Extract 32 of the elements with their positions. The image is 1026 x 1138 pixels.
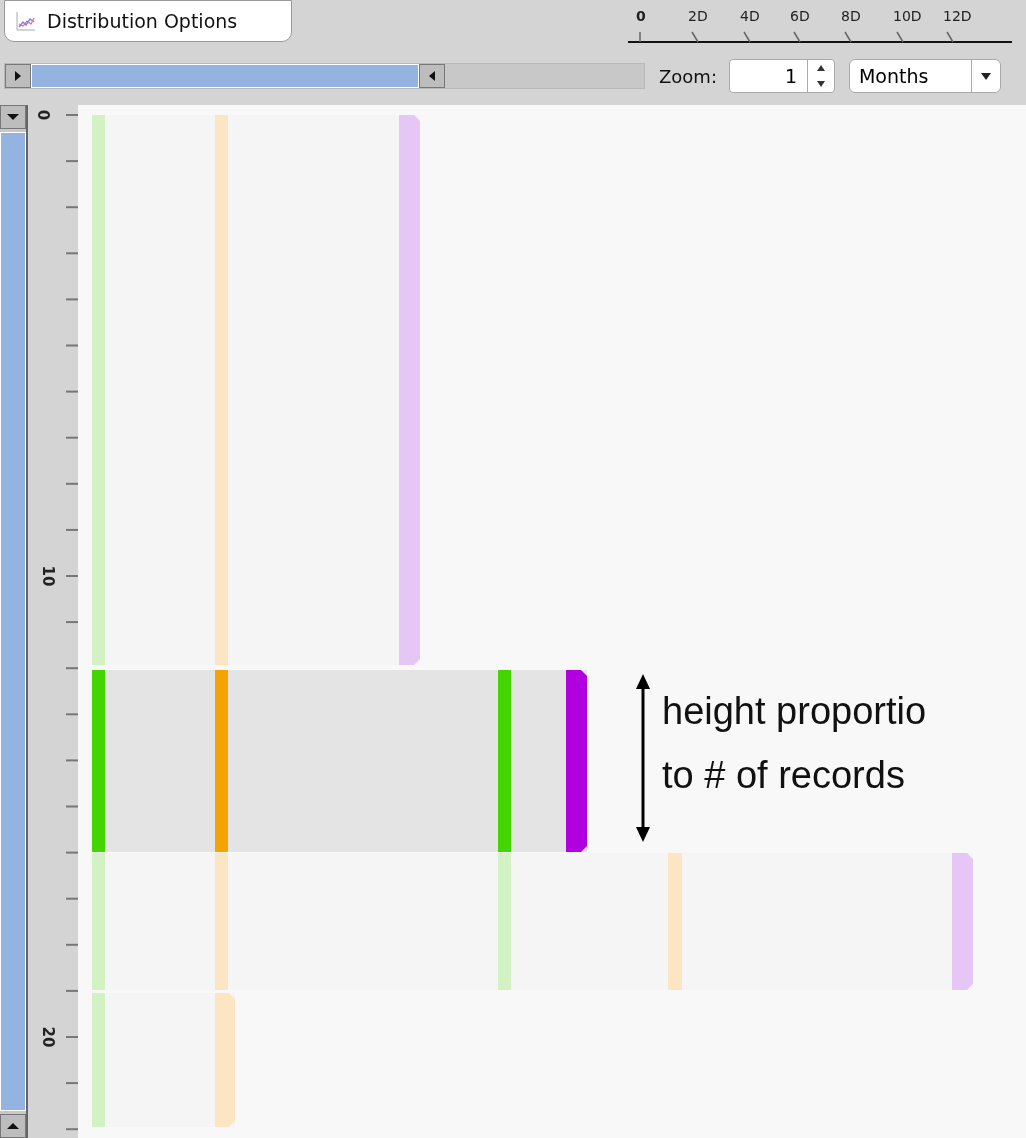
scroll-up-button[interactable] xyxy=(0,1114,26,1138)
double-arrow-icon xyxy=(633,673,653,843)
time-tick-label: 4D xyxy=(740,8,760,24)
unit-dropdown[interactable]: Months xyxy=(848,59,1001,93)
time-tick-label: 6D xyxy=(790,8,810,24)
scroll-left-button[interactable] xyxy=(419,64,445,88)
time-tick-label: 10D xyxy=(893,8,922,24)
annotation-text: to # of records xyxy=(662,753,906,798)
down-arrow-icon xyxy=(7,113,19,121)
line-chart-icon xyxy=(15,10,37,32)
row-tick-label: 0 xyxy=(34,109,53,121)
scroll-thumb[interactable] xyxy=(31,64,419,88)
time-tick-label: 12D xyxy=(943,8,972,24)
up-arrow-icon[interactable] xyxy=(815,64,826,72)
horizontal-scrollbar[interactable] xyxy=(4,63,645,89)
up-arrow-icon xyxy=(7,1122,19,1130)
scroll-right-button[interactable] xyxy=(5,64,31,88)
time-tick-label: 8D xyxy=(841,8,861,24)
scroll-down-button[interactable] xyxy=(0,105,26,129)
zoom-label: Zoom: xyxy=(659,65,717,87)
left-arrow-icon xyxy=(428,71,436,81)
zoom-spinner[interactable]: 1 xyxy=(728,59,835,93)
right-arrow-icon xyxy=(14,71,22,81)
annotation-text: height proportio xyxy=(662,689,927,734)
row-tick-label: 20 xyxy=(39,1026,58,1048)
time-tick-label: 2D xyxy=(688,8,708,24)
row-tick-label: 10 xyxy=(39,565,58,587)
distribution-options-button[interactable]: Distribution Options xyxy=(4,0,292,42)
caret-icon xyxy=(979,71,992,81)
sequence-row[interactable] xyxy=(92,670,587,852)
down-arrow-icon[interactable] xyxy=(815,80,826,88)
time-tick-label: 0 xyxy=(636,8,646,24)
